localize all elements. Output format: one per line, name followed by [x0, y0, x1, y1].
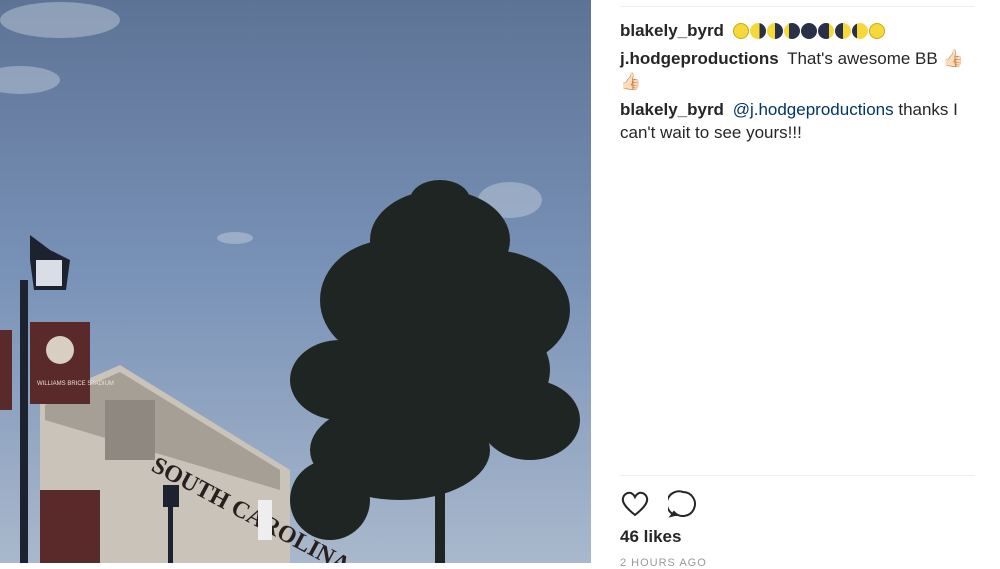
moon-icon [783, 23, 800, 39]
moon-icon [817, 23, 834, 39]
heart-icon[interactable] [620, 489, 650, 519]
comment-username[interactable]: j.hodgeproductions [620, 49, 779, 68]
banner-text: WILLIAMS BRICE STADIUM [37, 381, 114, 387]
new-moon-icon [800, 23, 817, 39]
post-actions [620, 489, 698, 519]
likes-count[interactable]: 46 likes [620, 527, 681, 547]
full-moon-icon [868, 23, 885, 39]
comment-username[interactable]: blakely_byrd [620, 100, 724, 119]
comments-panel: blakely_byrd j.hodgeproductions That's a… [591, 0, 1000, 569]
comment: blakely_byrd @j.hodgeproductions thanks … [620, 98, 980, 144]
divider [620, 6, 975, 7]
moon-emoji-row [732, 23, 885, 39]
divider [620, 475, 975, 476]
comment-username[interactable]: blakely_byrd [620, 21, 724, 40]
post-photo[interactable]: SOUTH CAROLINA WILLIAMS BRICE STADIUM [0, 0, 591, 563]
comment-list: blakely_byrd j.hodgeproductions That's a… [620, 19, 980, 149]
moon-icon [851, 23, 868, 39]
comment: j.hodgeproductions That's awesome BB 👍🏻 … [620, 47, 980, 93]
moon-icon [766, 23, 783, 39]
comment-icon[interactable] [668, 489, 698, 519]
comment-mention[interactable]: @j.hodgeproductions [733, 100, 894, 119]
full-moon-icon [732, 23, 749, 39]
moon-icon [834, 23, 851, 39]
comment: blakely_byrd [620, 19, 980, 42]
moon-icon [749, 23, 766, 39]
post-timestamp: 2 HOURS AGO [620, 557, 707, 569]
